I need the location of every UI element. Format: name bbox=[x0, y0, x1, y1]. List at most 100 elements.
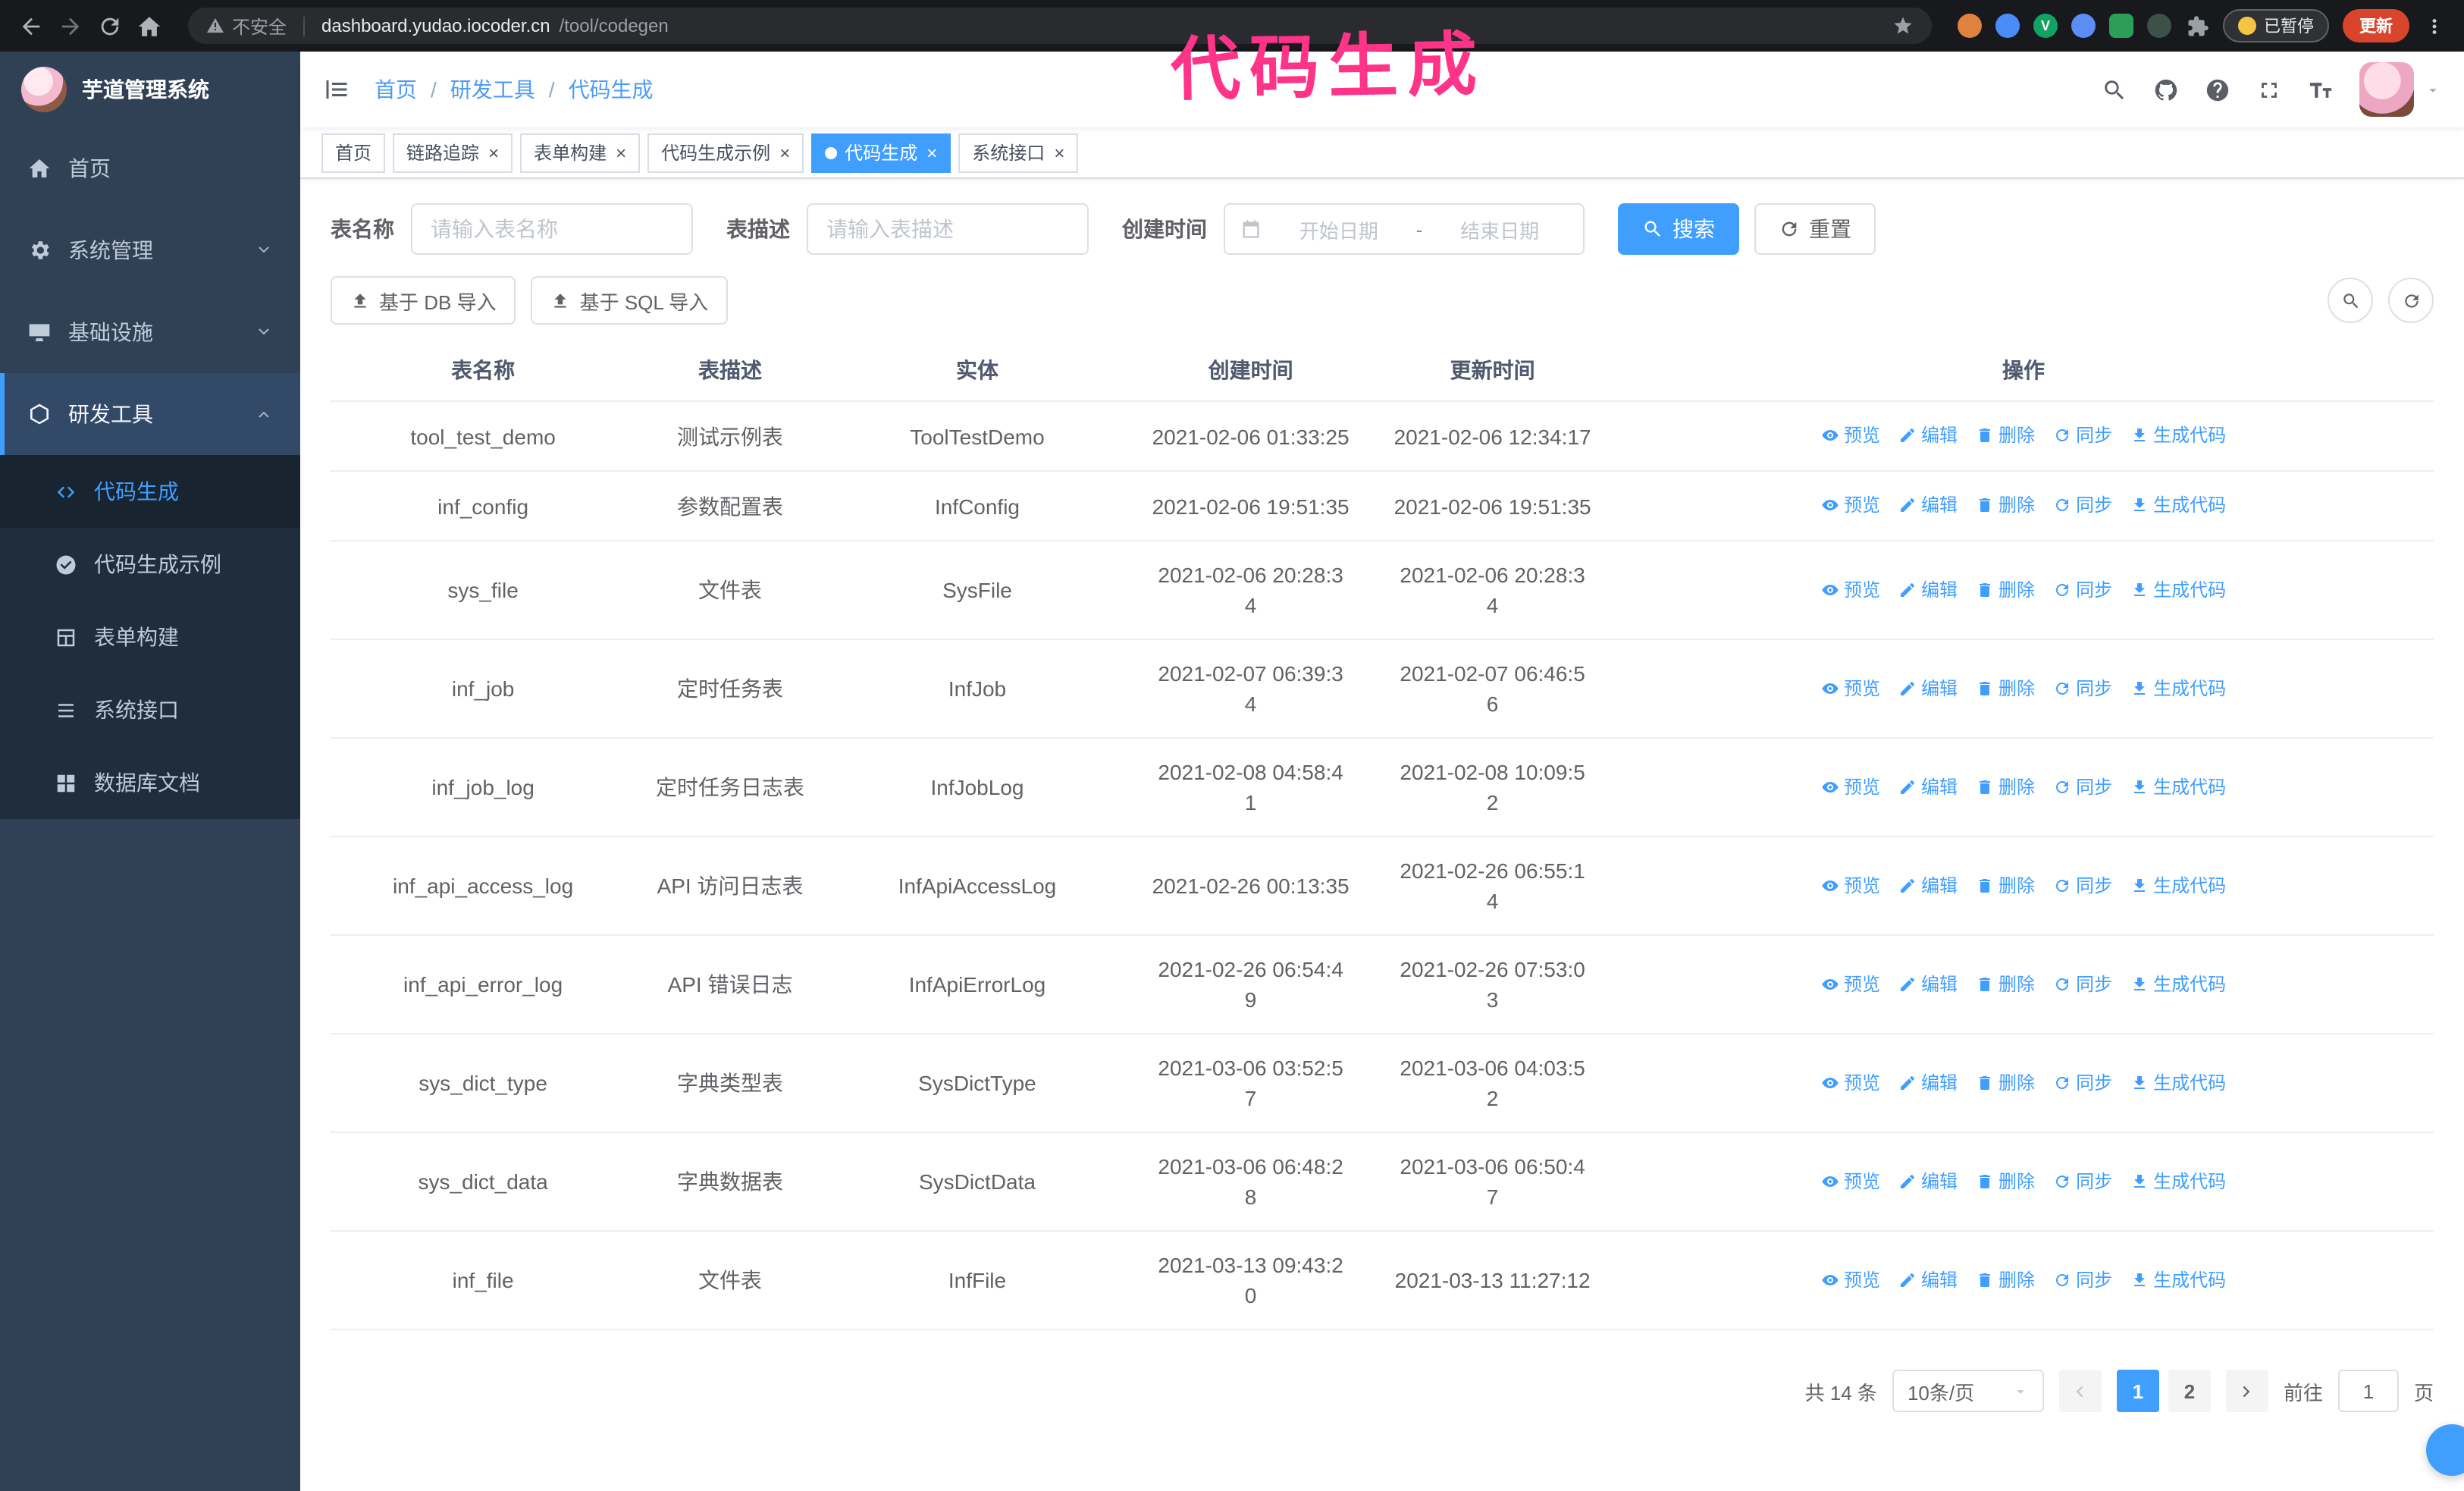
next-page-button[interactable] bbox=[2225, 1370, 2268, 1412]
browser-back-icon[interactable] bbox=[18, 13, 44, 39]
sidebar-item-codegen[interactable]: 代码生成 bbox=[0, 455, 300, 528]
breadcrumb-item[interactable]: 研发工具 bbox=[450, 74, 535, 105]
browser-forward-icon[interactable] bbox=[58, 13, 83, 39]
delete-link[interactable]: 删除 bbox=[1976, 870, 2035, 900]
breadcrumb-item[interactable]: 代码生成 bbox=[569, 74, 654, 105]
fullscreen-icon[interactable] bbox=[2256, 77, 2282, 102]
sidebar-item-system-management[interactable]: 系统管理 bbox=[0, 209, 300, 291]
sync-link[interactable]: 同步 bbox=[2053, 1067, 2112, 1097]
sidebar-item-form-builder[interactable]: 表单构建 bbox=[0, 601, 300, 673]
tab-codegen[interactable]: 代码生成 × bbox=[811, 133, 951, 172]
extension-puzzle-icon[interactable] bbox=[2185, 14, 2209, 38]
page-button-2[interactable]: 2 bbox=[2168, 1370, 2211, 1412]
breadcrumb-item[interactable]: 首页 bbox=[375, 74, 417, 105]
tab-close-icon[interactable]: × bbox=[488, 143, 499, 162]
address-bar[interactable]: 不安全 dashboard.yudao.iocoder.cn/tool/code… bbox=[188, 8, 1932, 44]
help-icon[interactable] bbox=[2205, 77, 2230, 102]
goto-page-input[interactable] bbox=[2337, 1370, 2399, 1412]
browser-update-button[interactable]: 更新 bbox=[2343, 9, 2409, 42]
preview-link[interactable]: 预览 bbox=[1821, 574, 1880, 604]
tab-close-icon[interactable]: × bbox=[779, 143, 790, 162]
generate-code-link[interactable]: 生成代码 bbox=[2130, 574, 2226, 604]
page-button-1[interactable]: 1 bbox=[2116, 1370, 2159, 1412]
tab-form-builder[interactable]: 表单构建 × bbox=[520, 133, 641, 172]
edit-link[interactable]: 编辑 bbox=[1898, 1166, 1958, 1196]
tab-close-icon[interactable]: × bbox=[926, 143, 937, 162]
generate-code-link[interactable]: 生成代码 bbox=[2130, 1264, 2226, 1295]
browser-home-icon[interactable] bbox=[136, 13, 162, 39]
hamburger-icon[interactable] bbox=[323, 76, 350, 103]
edit-link[interactable]: 编辑 bbox=[1898, 1264, 1958, 1295]
delete-link[interactable]: 删除 bbox=[1976, 771, 2035, 802]
browser-menu-icon[interactable] bbox=[2423, 14, 2446, 37]
sidebar-item-db-doc[interactable]: 数据库文档 bbox=[0, 746, 300, 819]
sync-link[interactable]: 同步 bbox=[2053, 574, 2112, 604]
import-sql-button[interactable]: 基于 SQL 导入 bbox=[531, 276, 729, 325]
generate-code-link[interactable]: 生成代码 bbox=[2130, 673, 2226, 703]
generate-code-link[interactable]: 生成代码 bbox=[2130, 1166, 2226, 1196]
tab-trace[interactable]: 链路追踪 × bbox=[393, 133, 513, 172]
tab-system-api[interactable]: 系统接口 × bbox=[958, 133, 1079, 172]
extension-green-square-icon[interactable] bbox=[2109, 14, 2133, 38]
generate-code-link[interactable]: 生成代码 bbox=[2130, 420, 2226, 450]
delete-link[interactable]: 删除 bbox=[1976, 490, 2035, 520]
extension-green-v-icon[interactable]: V bbox=[2033, 14, 2058, 38]
github-icon[interactable] bbox=[2153, 77, 2179, 102]
edit-link[interactable]: 编辑 bbox=[1898, 673, 1958, 703]
extension-dark-icon[interactable] bbox=[2147, 14, 2171, 38]
edit-link[interactable]: 编辑 bbox=[1898, 870, 1958, 900]
sidebar-item-system-api[interactable]: 系统接口 bbox=[0, 673, 300, 746]
search-icon[interactable] bbox=[2102, 77, 2127, 102]
sync-link[interactable]: 同步 bbox=[2053, 771, 2112, 802]
preview-link[interactable]: 预览 bbox=[1821, 673, 1880, 703]
date-range-picker[interactable]: 开始日期 - 结束日期 bbox=[1224, 203, 1585, 255]
edit-link[interactable]: 编辑 bbox=[1898, 490, 1958, 520]
extension-blue-icon[interactable] bbox=[1995, 14, 2020, 38]
edit-link[interactable]: 编辑 bbox=[1898, 771, 1958, 802]
page-size-select[interactable]: 10条/页 bbox=[1892, 1370, 2044, 1412]
delete-link[interactable]: 删除 bbox=[1976, 673, 2035, 703]
delete-link[interactable]: 删除 bbox=[1976, 1264, 2035, 1295]
generate-code-link[interactable]: 生成代码 bbox=[2130, 870, 2226, 900]
preview-link[interactable]: 预览 bbox=[1821, 490, 1880, 520]
tab-close-icon[interactable]: × bbox=[1054, 143, 1064, 162]
prev-page-button[interactable] bbox=[2058, 1370, 2102, 1412]
sidebar-item-infrastructure[interactable]: 基础设施 bbox=[0, 291, 300, 373]
toggle-search-button[interactable] bbox=[2328, 278, 2373, 323]
browser-reload-icon[interactable] bbox=[97, 13, 123, 39]
delete-link[interactable]: 删除 bbox=[1976, 968, 2035, 999]
preview-link[interactable]: 预览 bbox=[1821, 1166, 1880, 1196]
sidebar-item-home[interactable]: 首页 bbox=[0, 127, 300, 209]
font-size-icon[interactable] bbox=[2308, 77, 2334, 102]
security-warning-icon[interactable]: 不安全 bbox=[206, 13, 287, 39]
edit-link[interactable]: 编辑 bbox=[1898, 420, 1958, 450]
search-button[interactable]: 搜索 bbox=[1618, 203, 1739, 255]
refresh-table-button[interactable] bbox=[2388, 278, 2434, 323]
sidebar-item-codegen-example[interactable]: 代码生成示例 bbox=[0, 528, 300, 601]
delete-link[interactable]: 删除 bbox=[1976, 1067, 2035, 1097]
preview-link[interactable]: 预览 bbox=[1821, 870, 1880, 900]
generate-code-link[interactable]: 生成代码 bbox=[2130, 1067, 2226, 1097]
sync-link[interactable]: 同步 bbox=[2053, 870, 2112, 900]
extension-people-icon[interactable] bbox=[2071, 14, 2096, 38]
delete-link[interactable]: 删除 bbox=[1976, 420, 2035, 450]
edit-link[interactable]: 编辑 bbox=[1898, 968, 1958, 999]
generate-code-link[interactable]: 生成代码 bbox=[2130, 968, 2226, 999]
table-name-input[interactable] bbox=[411, 203, 693, 255]
delete-link[interactable]: 删除 bbox=[1976, 574, 2035, 604]
paused-badge[interactable]: 已暂停 bbox=[2223, 9, 2329, 42]
preview-link[interactable]: 预览 bbox=[1821, 1067, 1880, 1097]
sync-link[interactable]: 同步 bbox=[2053, 420, 2112, 450]
sync-link[interactable]: 同步 bbox=[2053, 673, 2112, 703]
user-menu[interactable] bbox=[2359, 62, 2441, 117]
table-desc-input[interactable] bbox=[807, 203, 1089, 255]
import-db-button[interactable]: 基于 DB 导入 bbox=[331, 276, 516, 325]
tab-codegen-example[interactable]: 代码生成示例 × bbox=[647, 133, 804, 172]
delete-link[interactable]: 删除 bbox=[1976, 1166, 2035, 1196]
tab-home[interactable]: 首页 bbox=[321, 133, 386, 172]
edit-link[interactable]: 编辑 bbox=[1898, 1067, 1958, 1097]
preview-link[interactable]: 预览 bbox=[1821, 771, 1880, 802]
reset-button[interactable]: 重置 bbox=[1754, 203, 1876, 255]
preview-link[interactable]: 预览 bbox=[1821, 968, 1880, 999]
generate-code-link[interactable]: 生成代码 bbox=[2130, 490, 2226, 520]
